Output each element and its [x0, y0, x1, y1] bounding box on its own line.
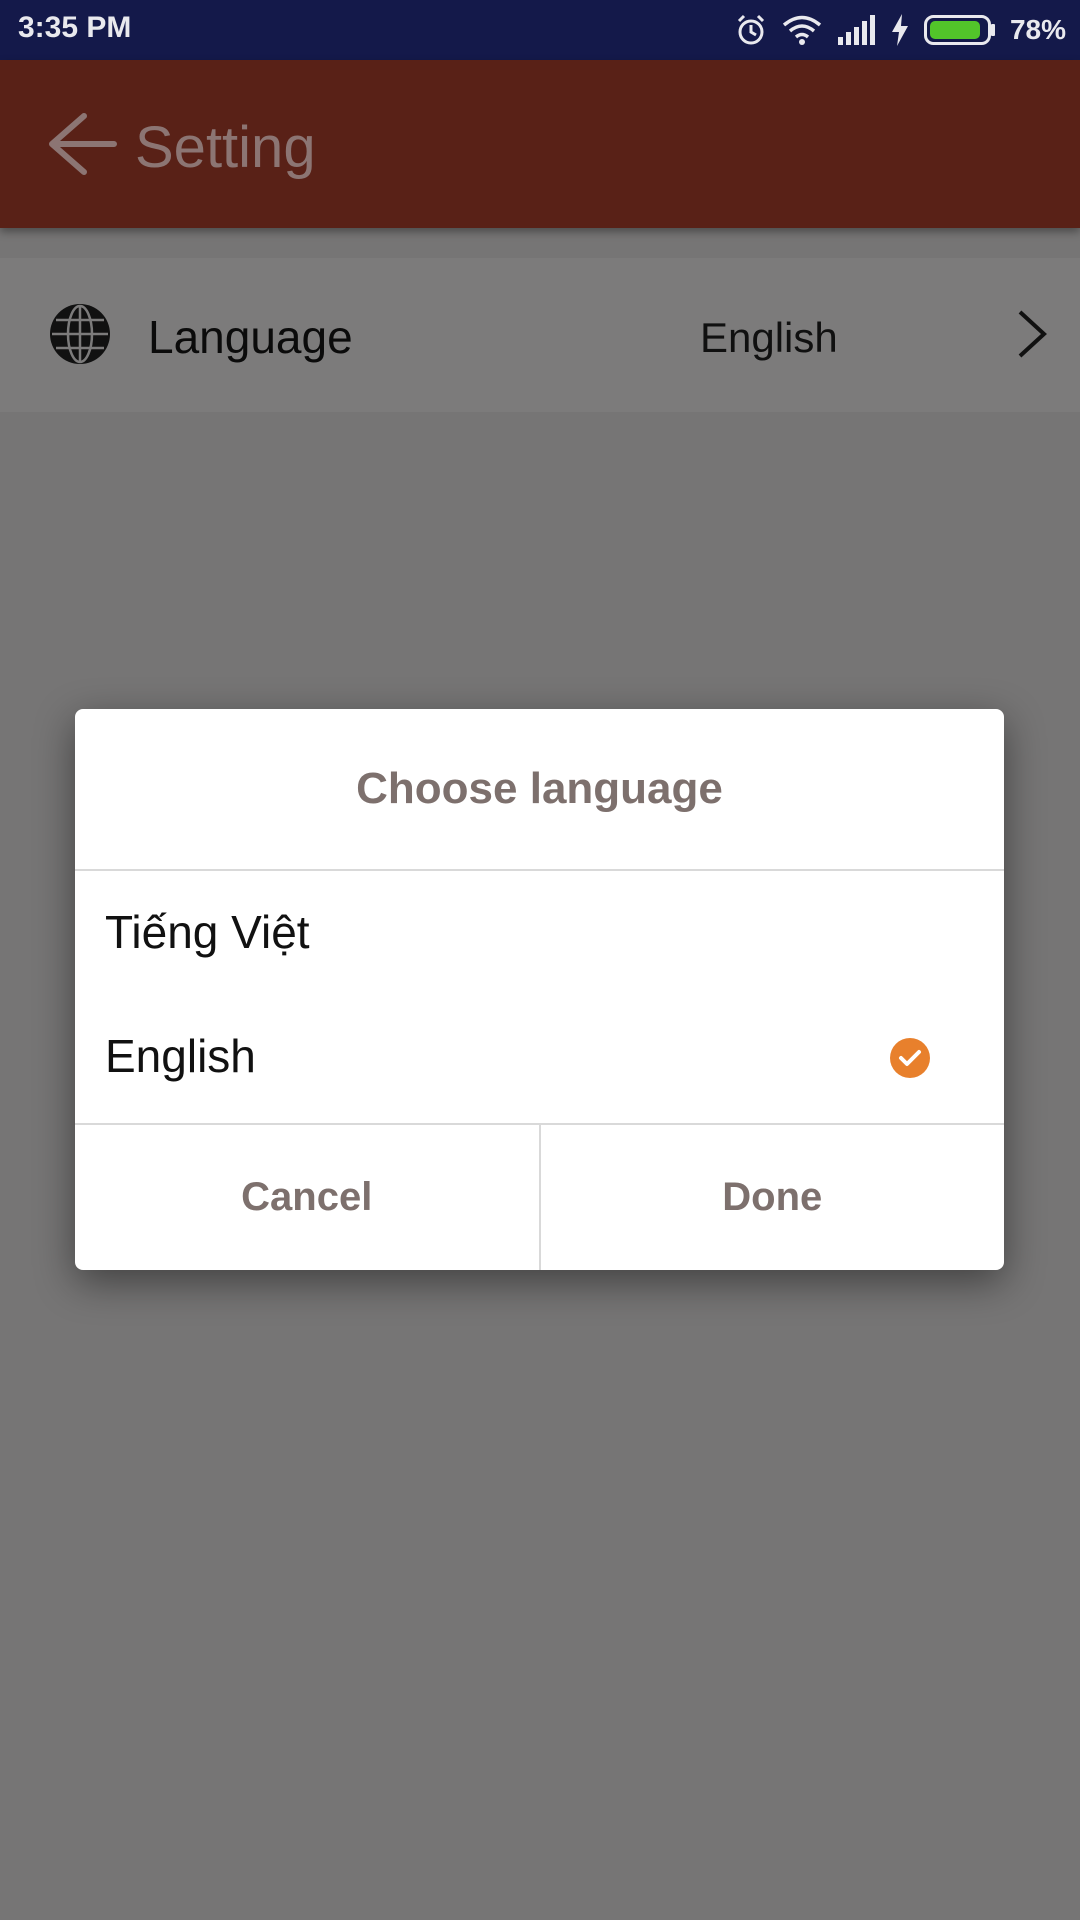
checkmark-icon — [890, 1038, 930, 1078]
charging-icon — [891, 14, 908, 46]
battery-percentage: 78% — [1009, 14, 1066, 45]
status-bar: 3:35 PM 78% — [0, 0, 1080, 60]
wifi-icon — [782, 15, 822, 45]
alarm-icon — [737, 14, 765, 45]
globe-icon — [50, 304, 110, 364]
setting-label-language: Language — [148, 311, 353, 363]
arrow-left-icon[interactable] — [44, 110, 120, 178]
battery-icon — [923, 15, 995, 45]
status-icons: 78% — [734, 8, 1066, 52]
language-option-vietnamese[interactable]: Tiếng Việt — [75, 871, 1004, 995]
page-title: Setting — [135, 115, 316, 180]
setting-value-language: English — [700, 314, 838, 361]
done-button[interactable]: Done — [541, 1125, 1005, 1270]
chevron-right-icon — [1018, 310, 1047, 358]
dialog-actions: Cancel Done — [75, 1123, 1004, 1270]
language-option-english[interactable]: English — [75, 995, 1004, 1119]
choose-language-dialog: Choose language Tiếng Việt English Cance… — [75, 709, 1004, 1270]
status-time: 3:35 PM — [18, 11, 132, 44]
dialog-title: Choose language — [75, 709, 1004, 871]
option-label: English — [105, 1030, 256, 1082]
signal-icon — [837, 15, 875, 45]
option-label: Tiếng Việt — [105, 906, 310, 958]
app-bar: Setting — [0, 60, 1080, 228]
cancel-button[interactable]: Cancel — [75, 1125, 541, 1270]
